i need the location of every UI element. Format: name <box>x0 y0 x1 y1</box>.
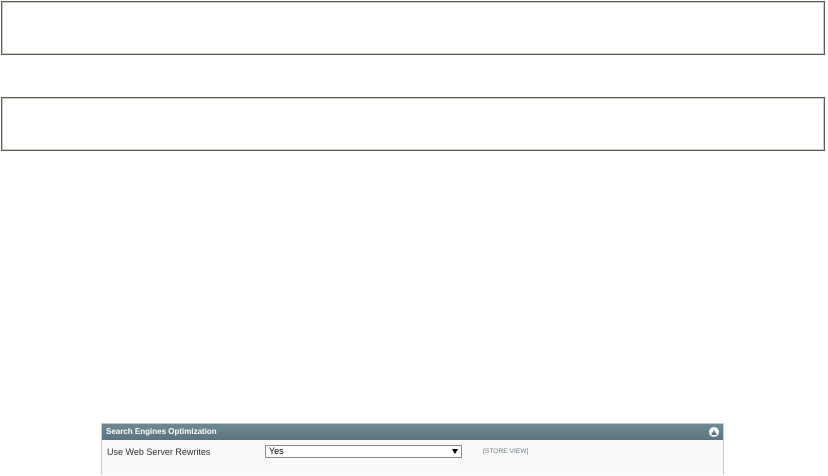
select-value: Yes <box>269 446 284 456</box>
scope-label: [STORE VIEW] <box>483 448 529 455</box>
panel-title: Search Engines Optimization <box>106 427 217 436</box>
field-label: Use Web Server Rewrites <box>107 447 211 457</box>
seo-config-panel: Search Engines Optimization Use Web Serv… <box>101 423 724 475</box>
field-row-web-server-rewrites: Use Web Server Rewrites Yes [STORE VIEW] <box>102 440 723 476</box>
chevron-up-icon <box>711 429 717 435</box>
panel-header[interactable]: Search Engines Optimization <box>102 424 723 440</box>
empty-text-box-2 <box>1 97 825 151</box>
web-server-rewrites-select[interactable]: Yes <box>265 445 462 458</box>
dropdown-arrow-icon <box>452 449 458 454</box>
collapse-button[interactable] <box>709 427 719 437</box>
empty-text-box-1 <box>1 1 825 55</box>
